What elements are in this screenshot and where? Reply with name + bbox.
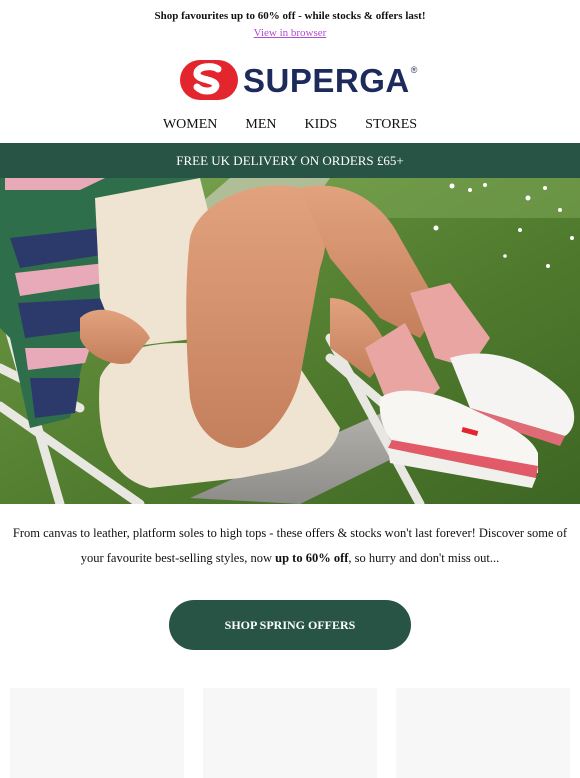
view-in-browser-row: View in browser — [0, 27, 580, 39]
shop-spring-offers-button[interactable]: SHOP SPRING OFFERS — [169, 600, 411, 650]
superga-wordmark: SUPERGA — [243, 61, 410, 99]
nav-item-kids[interactable]: KIDS — [305, 117, 338, 133]
intro-paragraph: From canvas to leather, platform soles t… — [10, 521, 570, 571]
product-card[interactable] — [203, 688, 377, 778]
view-in-browser-link[interactable]: View in browser — [254, 27, 327, 39]
product-card[interactable] — [10, 688, 184, 778]
preheader-text: Shop favourites up to 60% off - while st… — [154, 10, 426, 22]
superga-s-emblem-icon — [180, 60, 238, 100]
main-nav: WOMEN MEN KIDS STORES — [0, 117, 580, 133]
nav-item-men[interactable]: MEN — [245, 117, 276, 133]
intro-discount-bold: up to 60% off — [275, 551, 349, 565]
free-delivery-banner[interactable]: FREE UK DELIVERY ON ORDERS £65+ — [0, 143, 580, 178]
intro-text-after: , so hurry and don't miss out... — [348, 551, 500, 565]
hero-image[interactable] — [0, 178, 580, 504]
nav-item-stores[interactable]: STORES — [365, 117, 417, 133]
nav-item-women[interactable]: WOMEN — [163, 117, 217, 133]
registered-mark: ® — [410, 65, 418, 75]
product-card[interactable] — [396, 688, 570, 778]
superga-logo[interactable]: SUPERGA ® — [180, 57, 417, 103]
